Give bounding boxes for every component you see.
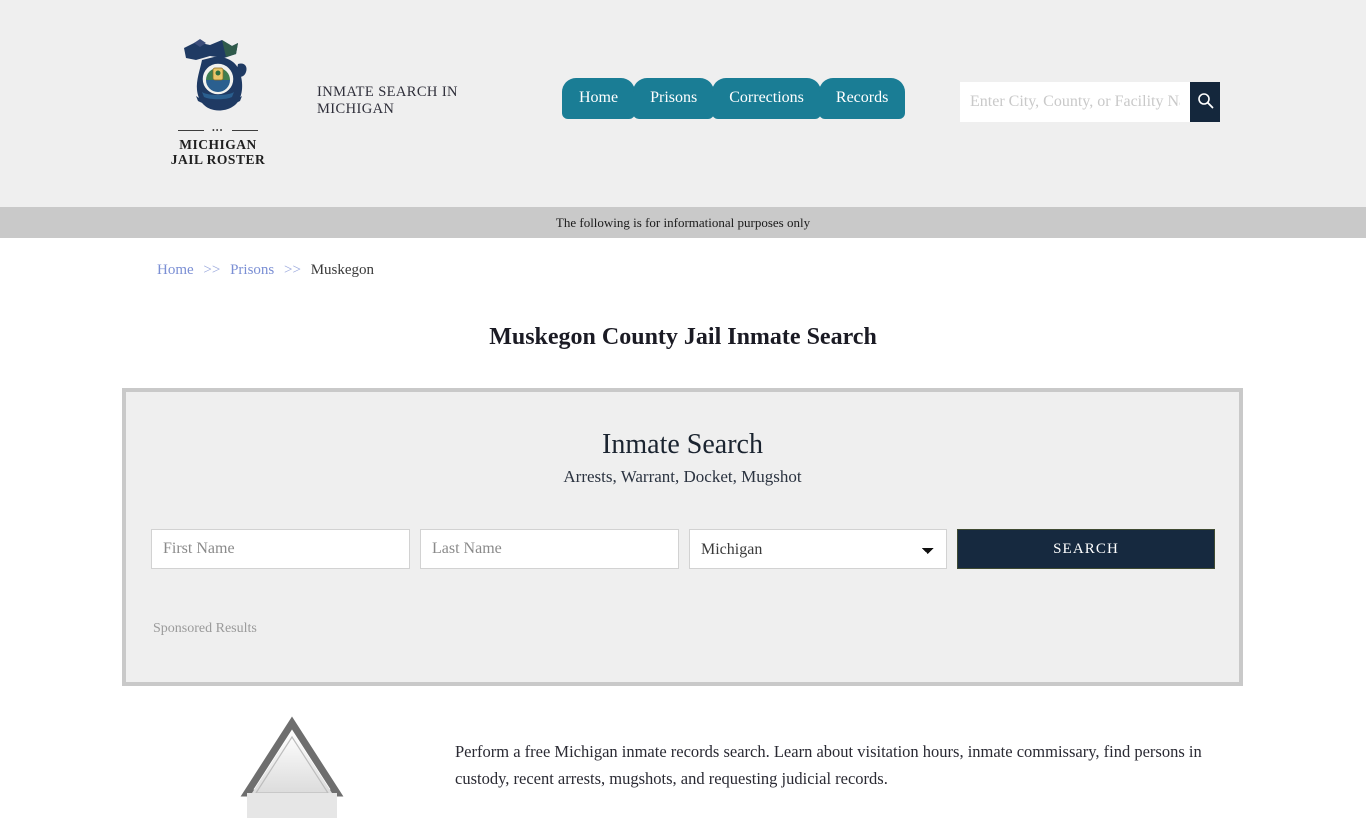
header-search-button[interactable] <box>1190 82 1220 122</box>
courthouse-building-image <box>157 698 427 818</box>
nav-tab-home[interactable]: Home <box>562 78 636 119</box>
last-name-input[interactable] <box>420 529 679 569</box>
header-search-input[interactable] <box>960 82 1190 122</box>
informational-notice-text: The following is for informational purpo… <box>555 214 811 230</box>
logo-text-line2: JAIL ROSTER <box>170 152 266 167</box>
breadcrumb: Home >> Prisons >> Muskegon <box>157 261 374 279</box>
logo-divider-ornament: ••• <box>178 127 258 135</box>
nav-tab-corrections[interactable]: Corrections <box>712 78 821 119</box>
page-title: Muskegon County Jail Inmate Search <box>489 324 877 351</box>
breadcrumb-item-prisons[interactable]: Prisons <box>230 262 274 278</box>
breadcrumb-item-current: Muskegon <box>310 262 375 278</box>
first-name-input[interactable] <box>151 529 410 569</box>
site-logo[interactable]: ••• MICHIGAN JAIL ROSTER <box>166 34 270 167</box>
panel-heading: Inmate Search <box>602 429 763 460</box>
nav-tab-records[interactable]: Records <box>818 78 906 119</box>
inmate-search-panel: Inmate Search Arrests, Warrant, Docket, … <box>122 388 1243 686</box>
michigan-state-outline-icon <box>166 34 270 126</box>
search-icon <box>1197 92 1214 112</box>
header-search-bar <box>960 82 1220 122</box>
site-tagline: INMATE SEARCH IN MICHIGAN <box>317 84 458 117</box>
informational-notice-bar: The following is for informational purpo… <box>0 207 1366 238</box>
breadcrumb-separator: >> <box>284 262 301 278</box>
search-submit-button[interactable]: SEARCH <box>957 529 1215 569</box>
nav-tab-prisons[interactable]: Prisons <box>633 78 715 119</box>
inmate-search-form: Michigan SEARCH <box>151 529 1239 569</box>
logo-text-line1: MICHIGAN <box>179 137 257 152</box>
content-paragraph: Perform a free Michigan inmate records s… <box>455 741 1202 788</box>
content-row: Perform a free Michigan inmate records s… <box>157 698 1247 818</box>
main-navigation: Home Prisons Corrections Records <box>562 78 906 119</box>
breadcrumb-separator: >> <box>203 262 221 278</box>
breadcrumb-item-home[interactable]: Home <box>157 262 194 278</box>
state-select[interactable]: Michigan <box>689 529 947 569</box>
panel-subheading: Arrests, Warrant, Docket, Mugshot <box>563 467 802 486</box>
sponsored-results-label: Sponsored Results <box>153 621 257 636</box>
site-header: ••• MICHIGAN JAIL ROSTER INMATE SEARCH I… <box>0 0 1366 207</box>
